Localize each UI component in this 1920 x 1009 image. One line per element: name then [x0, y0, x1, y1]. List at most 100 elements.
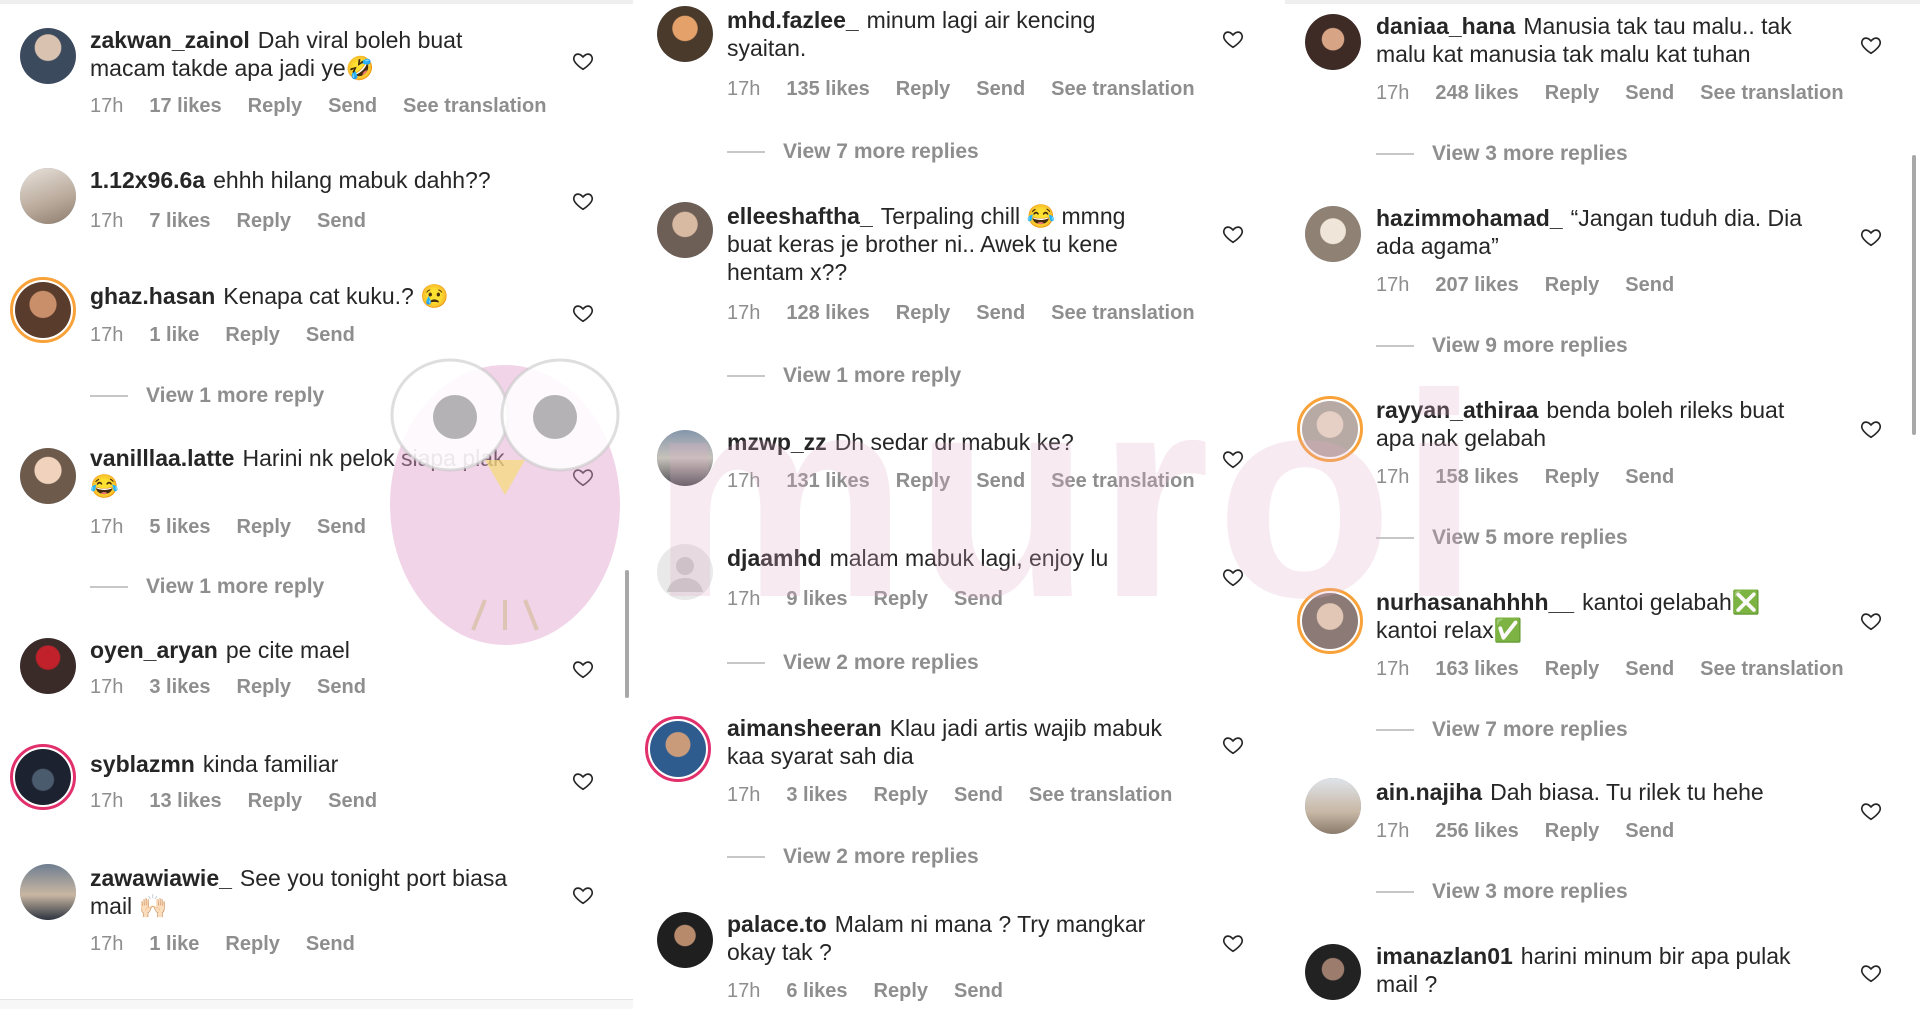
likes-count[interactable]: 128 likes	[786, 302, 869, 325]
comment-username[interactable]: elleeshaftha_	[727, 203, 873, 229]
avatar[interactable]	[657, 202, 713, 258]
heart-icon[interactable]	[1222, 448, 1244, 470]
comment-username[interactable]: nurhasanahhhh__	[1376, 589, 1574, 615]
likes-count[interactable]: 13 likes	[149, 790, 221, 813]
avatar[interactable]	[1297, 588, 1363, 654]
send-button[interactable]: Send	[306, 933, 355, 956]
reply-button[interactable]: Reply	[1545, 274, 1599, 297]
avatar[interactable]	[1305, 206, 1361, 262]
avatar[interactable]	[1305, 14, 1361, 70]
heart-icon[interactable]	[1222, 223, 1244, 245]
reply-button[interactable]: Reply	[248, 95, 302, 118]
avatar[interactable]	[20, 168, 76, 224]
heart-icon[interactable]	[1860, 418, 1882, 440]
heart-icon[interactable]	[1860, 226, 1882, 248]
heart-icon[interactable]	[1860, 962, 1882, 984]
likes-count[interactable]: 207 likes	[1435, 274, 1518, 297]
comment-username[interactable]: daniaa_hana	[1376, 13, 1515, 39]
avatar[interactable]	[1305, 778, 1361, 834]
reply-button[interactable]: Reply	[896, 302, 950, 325]
reply-button[interactable]: Reply	[896, 78, 950, 101]
heart-icon[interactable]	[572, 190, 594, 212]
comment-username[interactable]: aimansheeran	[727, 715, 882, 741]
send-button[interactable]: Send	[317, 210, 366, 233]
reply-button[interactable]: Reply	[225, 933, 279, 956]
comment-username[interactable]: zakwan_zainol	[90, 27, 250, 53]
see-translation-button[interactable]: See translation	[1051, 302, 1194, 325]
likes-count[interactable]: 6 likes	[786, 980, 847, 1003]
view-more-replies-button[interactable]: View 3 more replies	[1376, 142, 1628, 166]
avatar[interactable]	[20, 864, 76, 920]
likes-count[interactable]: 248 likes	[1435, 82, 1518, 105]
send-button[interactable]: Send	[1625, 274, 1674, 297]
see-translation-button[interactable]: See translation	[1700, 82, 1843, 105]
avatar[interactable]	[657, 912, 713, 968]
view-more-replies-button[interactable]: View 1 more reply	[727, 364, 961, 388]
likes-count[interactable]: 256 likes	[1435, 820, 1518, 843]
likes-count[interactable]: 7 likes	[149, 210, 210, 233]
comment-username[interactable]: hazimmohamad_	[1376, 205, 1563, 231]
send-button[interactable]: Send	[976, 470, 1025, 493]
comment-username[interactable]: rayyan_athiraa	[1376, 397, 1538, 423]
comment-username[interactable]: palace.to	[727, 911, 827, 937]
reply-button[interactable]: Reply	[874, 784, 928, 807]
see-translation-button[interactable]: See translation	[1029, 784, 1172, 807]
send-button[interactable]: Send	[328, 95, 377, 118]
heart-icon[interactable]	[572, 50, 594, 72]
reply-button[interactable]: Reply	[874, 980, 928, 1003]
send-button[interactable]: Send	[1625, 82, 1674, 105]
reply-button[interactable]: Reply	[1545, 820, 1599, 843]
comment-username[interactable]: mzwp_zz	[727, 429, 827, 455]
likes-count[interactable]: 17 likes	[149, 95, 221, 118]
avatar[interactable]	[20, 28, 76, 84]
see-translation-button[interactable]: See translation	[1700, 658, 1843, 681]
likes-count[interactable]: 135 likes	[786, 78, 869, 101]
heart-icon[interactable]	[572, 884, 594, 906]
comment-username[interactable]: syblazmn	[90, 751, 195, 777]
heart-icon[interactable]	[1222, 566, 1244, 588]
heart-icon[interactable]	[1222, 28, 1244, 50]
send-button[interactable]: Send	[976, 78, 1025, 101]
reply-button[interactable]: Reply	[1545, 466, 1599, 489]
send-button[interactable]: Send	[1625, 658, 1674, 681]
heart-icon[interactable]	[572, 466, 594, 488]
avatar[interactable]	[657, 430, 713, 486]
view-more-replies-button[interactable]: View 5 more replies	[1376, 526, 1628, 550]
reply-button[interactable]: Reply	[874, 588, 928, 611]
reply-button[interactable]: Reply	[237, 676, 291, 699]
view-more-replies-button[interactable]: View 7 more replies	[1376, 718, 1628, 742]
view-more-replies-button[interactable]: View 2 more replies	[727, 845, 979, 869]
comment-username[interactable]: mhd.fazlee_	[727, 7, 859, 33]
send-button[interactable]: Send	[954, 588, 1003, 611]
send-button[interactable]: Send	[317, 516, 366, 539]
avatar[interactable]	[1305, 944, 1361, 1000]
comment-username[interactable]: djaamhd	[727, 545, 822, 571]
likes-count[interactable]: 3 likes	[149, 676, 210, 699]
view-more-replies-button[interactable]: View 1 more reply	[90, 384, 324, 408]
avatar[interactable]	[645, 716, 711, 782]
heart-icon[interactable]	[1222, 734, 1244, 756]
comment-username[interactable]: ghaz.hasan	[90, 283, 215, 309]
avatar[interactable]	[657, 6, 713, 62]
comment-username[interactable]: imanazlan01	[1376, 943, 1513, 969]
heart-icon[interactable]	[1860, 610, 1882, 632]
avatar[interactable]	[657, 544, 713, 600]
comment-username[interactable]: oyen_aryan	[90, 637, 218, 663]
avatar[interactable]	[10, 277, 76, 343]
reply-button[interactable]: Reply	[237, 210, 291, 233]
likes-count[interactable]: 158 likes	[1435, 466, 1518, 489]
scrollbar[interactable]	[625, 570, 629, 698]
likes-count[interactable]: 9 likes	[786, 588, 847, 611]
view-more-replies-button[interactable]: View 3 more replies	[1376, 880, 1628, 904]
view-more-replies-button[interactable]: View 2 more replies	[727, 651, 979, 675]
heart-icon[interactable]	[1860, 800, 1882, 822]
send-button[interactable]: Send	[1625, 466, 1674, 489]
view-more-replies-button[interactable]: View 1 more reply	[90, 575, 324, 599]
reply-button[interactable]: Reply	[237, 516, 291, 539]
send-button[interactable]: Send	[976, 302, 1025, 325]
comment-username[interactable]: ain.najiha	[1376, 779, 1482, 805]
see-translation-button[interactable]: See translation	[403, 95, 546, 118]
likes-count[interactable]: 1 like	[149, 324, 199, 347]
avatar[interactable]	[20, 448, 76, 504]
view-more-replies-button[interactable]: View 7 more replies	[727, 140, 979, 164]
